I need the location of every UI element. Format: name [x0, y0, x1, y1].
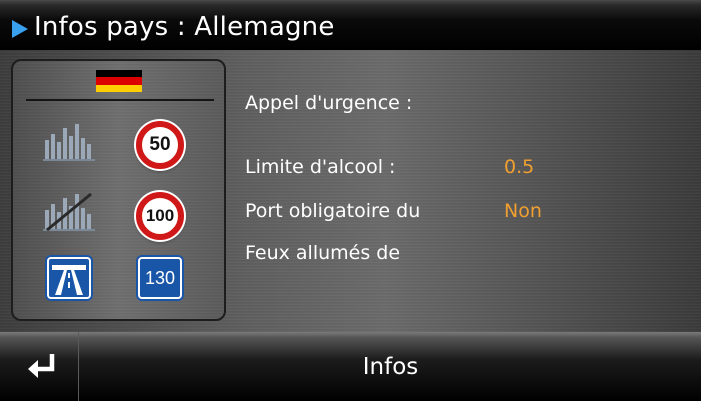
- motorway-icon: [47, 257, 91, 299]
- play-arrow-icon: [12, 20, 28, 38]
- footer-label: Infos: [362, 354, 419, 380]
- alcohol-limit-label: Limite d'alcool :: [245, 156, 396, 178]
- germany-flag-icon: [96, 70, 142, 92]
- page-title: Infos pays : Allemagne: [34, 12, 335, 42]
- end-of-city-icon: [43, 192, 95, 232]
- city-icon: [43, 124, 95, 161]
- main-content: 50 100 130 Appel d'urgence: Limite d'al…: [0, 50, 701, 332]
- alcohol-limit-value: 0.5: [504, 156, 535, 178]
- speed-limit-city-sign: 50: [136, 121, 184, 169]
- emergency-label: Appel d'urgence :: [245, 92, 413, 114]
- traffic-rules-panel: 50 100 130: [11, 59, 226, 321]
- speed-limit-outside-city-sign: 100: [136, 192, 184, 240]
- title-bar: Infos pays : Allemagne: [0, 0, 701, 50]
- bottom-bar: Infos: [0, 332, 701, 401]
- vest-required-value: Non: [504, 200, 542, 222]
- return-arrow-icon: [28, 354, 55, 378]
- panel-divider: [26, 99, 214, 101]
- back-button[interactable]: [0, 332, 79, 401]
- vest-required-label: Port obligatoire du: [245, 200, 421, 222]
- headlights-label: Feux allumés de: [245, 242, 401, 264]
- motorway-speed-sign: 130: [138, 257, 182, 299]
